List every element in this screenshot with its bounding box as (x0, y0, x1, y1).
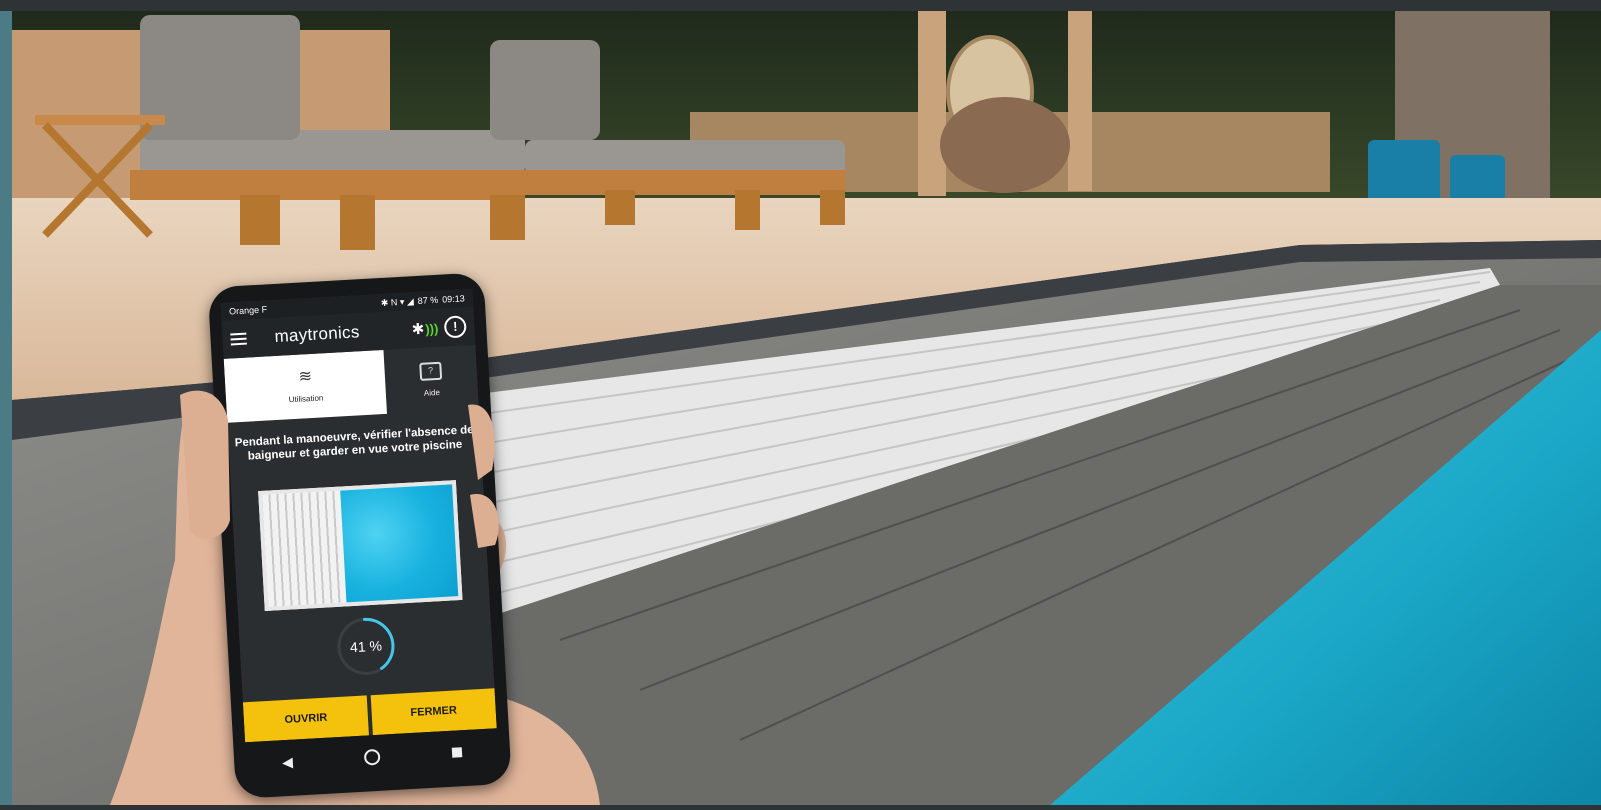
progress-gauge: 41 % (333, 614, 398, 679)
help-icon: ? (419, 361, 443, 381)
waves-icon: ≋ (298, 367, 312, 386)
battery-label: 87 % (417, 294, 439, 306)
smartphone: Orange F ✱ N ▾ ◢ 87 % 09:13 maytronics ✱… (207, 272, 512, 799)
phone-overlay: Orange F ✱ N ▾ ◢ 87 % 09:13 maytronics ✱… (0, 0, 1601, 805)
cover-slats (262, 490, 347, 607)
tab-utilisation[interactable]: ≋ Utilisation (223, 349, 388, 423)
menu-icon[interactable] (230, 332, 247, 346)
carrier-label: Orange F (228, 304, 268, 317)
pool-water-illustration (340, 484, 459, 603)
cover-illustration (258, 480, 463, 611)
open-button[interactable]: OUVRIR (242, 695, 369, 743)
tab-label: Utilisation (288, 392, 324, 404)
recent-apps-icon[interactable] (451, 747, 463, 758)
alert-icon[interactable]: ! (443, 315, 467, 339)
time-label: 09:13 (441, 293, 465, 305)
close-button[interactable]: FERMER (370, 688, 497, 736)
status-icons: ✱ N ▾ ◢ (380, 295, 414, 308)
bluetooth-icon[interactable]: ✱))) (411, 319, 439, 339)
phone-screen: Orange F ✱ N ▾ ◢ 87 % 09:13 maytronics ✱… (220, 288, 497, 743)
progress-label: 41 % (349, 637, 383, 656)
back-icon[interactable]: ◀ (282, 753, 294, 771)
home-icon[interactable] (364, 748, 381, 766)
tab-label: Aide (423, 387, 441, 398)
tab-aide[interactable]: ? Aide (383, 345, 478, 414)
brand-logo: maytronics (273, 322, 361, 346)
